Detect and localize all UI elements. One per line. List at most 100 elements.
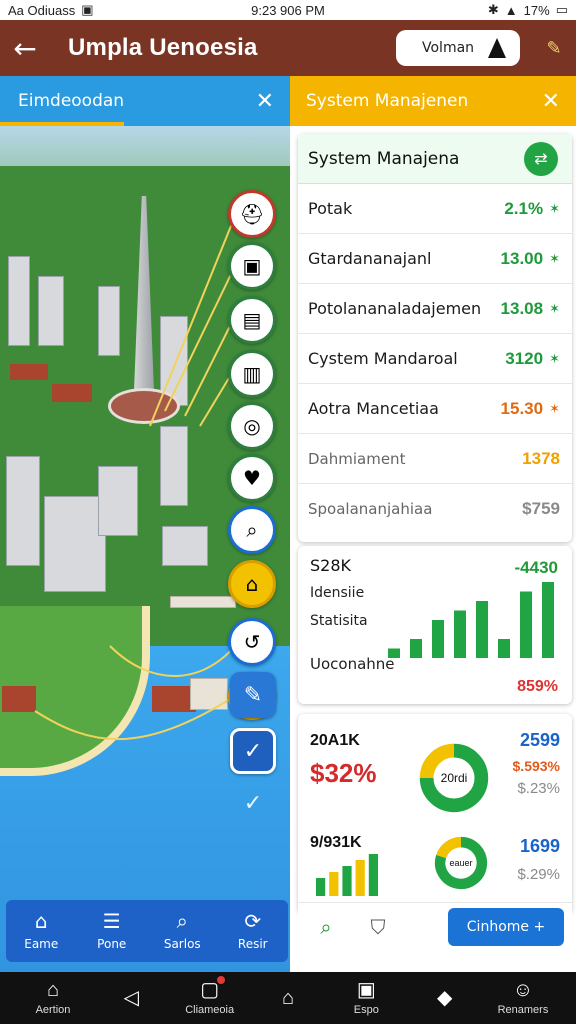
sys-nav-home[interactable]: ⌂ (253, 988, 323, 1008)
close-icon[interactable]: ✕ (542, 89, 560, 114)
pin-home-icon[interactable]: ⌂ (228, 560, 276, 608)
list-row[interactable]: Aotra Mancetiaa 15.30 ✶ (298, 384, 572, 434)
search-icon: ⌕ (176, 909, 188, 933)
sys-nav-calendar[interactable]: ▢ Cliameoia (175, 974, 245, 1016)
row-value: $759 (522, 499, 560, 518)
mini-bar (329, 872, 339, 896)
status-right: ✱ ▲ 17% ▭ (488, 2, 568, 18)
image-icon: ▣ (356, 979, 376, 1001)
pin-route-icon[interactable]: ↺ (228, 618, 276, 666)
sys-nav-image[interactable]: ▣ Espo (331, 980, 401, 1016)
building (8, 256, 30, 346)
app-bar: ← Umpla Uenoesia Volman ✎ (0, 20, 576, 76)
donut-chart-small: eauer (434, 836, 488, 890)
nav-search[interactable]: ⌕ Sarlos (149, 911, 215, 951)
status-left: Aa Odiuass ▣ (8, 2, 94, 18)
roof (2, 686, 36, 712)
bell-icon: ⌂ (46, 979, 60, 1001)
system-panel: System Manajenen ✕ System Manajena ⇄ Pot… (290, 76, 576, 972)
list-icon: ☰ (102, 909, 121, 933)
pin-store-icon[interactable]: ▥ (228, 350, 276, 398)
building (98, 466, 138, 536)
nav-home[interactable]: ⌂ Eame (8, 911, 74, 951)
checkmark-icon[interactable]: ✓ (230, 780, 276, 826)
tool-brush-icon[interactable]: ✎ (230, 672, 276, 718)
sys-nav-profile[interactable]: ☺ Renamers (488, 980, 558, 1016)
row-label: Cystem Mandaroal (308, 349, 458, 368)
mini-bar (342, 866, 352, 896)
back-arrow-icon[interactable]: ← (10, 32, 40, 65)
sys-nav-location[interactable]: ◆ (410, 988, 480, 1008)
close-icon[interactable]: ✕ (256, 89, 274, 114)
bar (410, 639, 422, 658)
pier (170, 596, 236, 608)
building (162, 526, 208, 566)
row-value: 1378 (522, 448, 560, 468)
pin-search-icon[interactable]: ⌕ (228, 506, 276, 554)
sys-nav-alert[interactable]: ⌂ Aertion (18, 980, 88, 1016)
settings-toggle-icon[interactable]: ✎ (542, 36, 566, 60)
home-outline-icon: ⌂ (281, 987, 295, 1009)
donut-r1-orange: $.593% (512, 758, 560, 774)
list-row[interactable]: Potak 2.1% ✶ (298, 184, 572, 234)
bar (432, 620, 444, 658)
building (160, 426, 188, 506)
connection-icon[interactable]: ⇄ (524, 141, 558, 176)
row-value: 13.08 ✶ (500, 298, 560, 318)
city-map[interactable]: ⛑ ▣ ▤ ▥ ◎ ♥ ⌕ ⌂ ↺ ✿ ✎ ✓ ✓ ⌂ Eame ☰ Pone … (0, 126, 290, 972)
bar (498, 639, 510, 658)
sparkle-icon: ✶ (549, 350, 560, 366)
pin-fire-icon[interactable]: ⛑ (228, 190, 276, 238)
donut-center-label: eauer (449, 858, 472, 868)
pin-bag-icon[interactable]: ▣ (228, 242, 276, 290)
version-pill-button[interactable]: Volman (396, 30, 520, 66)
mini-bar (368, 854, 378, 896)
sys-nav-back[interactable]: ◁ (96, 988, 166, 1008)
confirm-button[interactable]: Cinhome + (448, 907, 564, 946)
sparkle-icon: ✶ (549, 200, 560, 216)
building (38, 276, 64, 346)
donut-r2-blue: 1699 (519, 836, 560, 856)
list-row[interactable]: Potolananaladajemen 13.08 ✶ (298, 284, 572, 334)
calendar-icon: ▢ (200, 974, 228, 1000)
version-pill-label: Volman (422, 40, 475, 56)
battery-text: 17% (523, 2, 550, 18)
pin-heart-icon[interactable]: ♥ (228, 454, 276, 502)
home-icon: ⌂ (34, 909, 48, 933)
navigation-arrow-icon (488, 38, 506, 58)
stats-chart-card: S28K Idensiie Statisita Uoconahne -4430 … (298, 546, 572, 704)
shield-icon[interactable]: ⛉ (358, 907, 398, 947)
notification-badge (215, 974, 228, 986)
list-row[interactable]: Spoalananjahiaa $759 (298, 484, 572, 534)
chart-bottom-value: 859% (517, 678, 558, 695)
nav-list[interactable]: ☰ Pone (79, 911, 145, 951)
pin-map-icon[interactable]: ▤ (228, 296, 276, 344)
row-label: Potak (308, 199, 353, 218)
bar (476, 601, 488, 658)
row-value: 2.1% ✶ (504, 198, 560, 218)
sparkle-icon: ✶ (549, 300, 560, 316)
row-label: Spoalananjahiaa (308, 500, 433, 518)
list-row[interactable]: Dahmiament 1378 (298, 434, 572, 484)
list-row[interactable]: Gtardananajanl 13.00 ✶ (298, 234, 572, 284)
list-row[interactable]: Cystem Mandaroal 3120 ✶ (298, 334, 572, 384)
row-label: Gtardananajanl (308, 249, 432, 268)
nav-refresh[interactable]: ⟳ Resir (220, 911, 286, 951)
map-panel-header: Eimdeoodan ✕ (0, 76, 290, 126)
row-label: Dahmiament (308, 449, 406, 468)
status-left-text: Aa Odiuass (8, 2, 76, 18)
nav-home-label: Eame (24, 937, 59, 951)
nav-search-label: Sarlos (163, 937, 201, 951)
search-icon[interactable]: ⌕ (306, 907, 346, 947)
donut-r1-gray: $.23% (517, 780, 560, 797)
landmark-tower-base (108, 388, 180, 424)
pin-target-icon[interactable]: ◎ (228, 402, 276, 450)
system-list-card: System Manajena ⇄ Potak 2.1% ✶ Gtardanana… (298, 134, 572, 542)
row-label: Aotra Mancetiaa (308, 399, 439, 418)
location-icon: ◆ (436, 987, 453, 1009)
checkbox-checked-icon[interactable]: ✓ (230, 728, 276, 774)
sparkle-icon: ✶ (549, 400, 560, 416)
back-icon: ◁ (123, 987, 140, 1009)
map-bottom-nav: ⌂ Eame ☰ Pone ⌕ Sarlos ⟳ Resir (6, 900, 288, 962)
bar (454, 610, 466, 658)
